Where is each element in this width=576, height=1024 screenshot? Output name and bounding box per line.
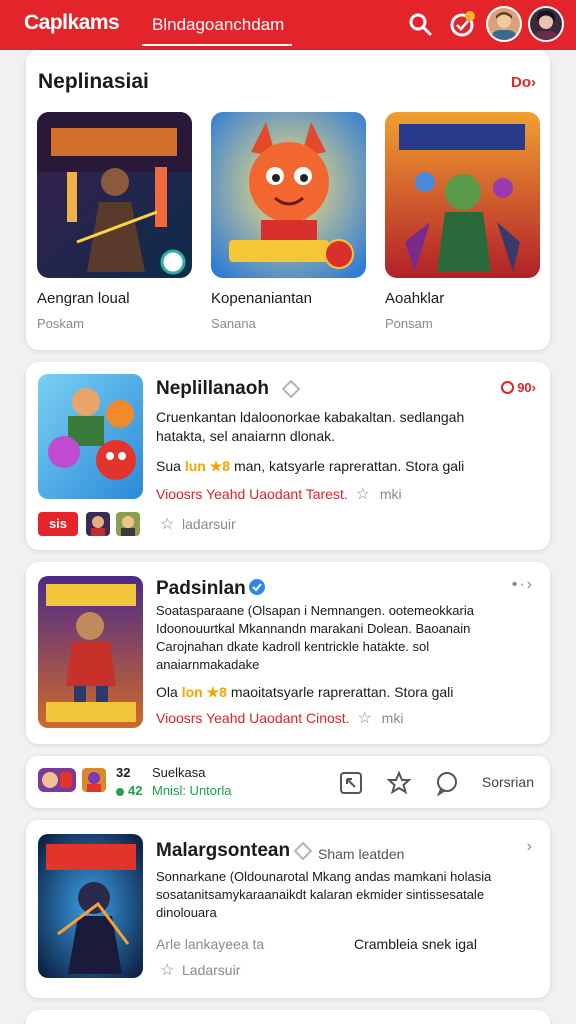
comment-icon[interactable] bbox=[434, 770, 460, 796]
game-thumbnail[interactable] bbox=[211, 112, 366, 278]
game-title[interactable]: Padsinlan bbox=[156, 578, 246, 600]
game-description: Soatasparaane (Olsapan i Nemnangen. oote… bbox=[156, 603, 474, 672]
stats-text: man, katsyarle raprerattan. Stora gali bbox=[233, 458, 465, 474]
action-bar: 32 42 Suelkasa Mnisl: Untorla Sorsrian bbox=[26, 756, 550, 808]
game-stats: Ola lon ★8 maoitatsyarle raprerattan. St… bbox=[156, 684, 453, 701]
game-name: Aoahklar bbox=[385, 290, 445, 307]
star-icon[interactable]: ☆ bbox=[160, 960, 174, 980]
footer-right: Crambleia snek igal bbox=[354, 936, 477, 952]
game-thumbnail[interactable] bbox=[38, 374, 143, 499]
count-value: 42 bbox=[128, 783, 143, 798]
rating-badge: 90› bbox=[501, 380, 536, 395]
footer-left: Arle lankayeea ta bbox=[156, 936, 265, 952]
game-subtitle: Poskam bbox=[37, 316, 84, 331]
game-stats: Sua lun ★8 man, katsyarle raprerattan. S… bbox=[156, 458, 464, 475]
game-subtitle: Ponsam bbox=[385, 316, 433, 331]
featured-section: Neplinasiai Do› Aengran loual Poskam Kop… bbox=[26, 50, 550, 350]
action-label: Mnisl: Untorla bbox=[152, 783, 232, 798]
game-subtitle: Sham leatden bbox=[318, 846, 405, 862]
rating-value: 90› bbox=[517, 380, 536, 395]
count-label: 32 bbox=[116, 765, 131, 780]
game-title[interactable]: Neplillanaoh bbox=[156, 378, 269, 400]
game-tags: Vioosrs Yeahd Uaodant Cinost. ☆ mki bbox=[156, 708, 403, 728]
star-icon[interactable]: ☆ bbox=[356, 484, 370, 504]
game-tags: Vioosrs Yeahd Uaodant Tarest. ☆ mki bbox=[156, 484, 402, 504]
section-title: Neplinasiai bbox=[38, 70, 149, 93]
featured-game-1[interactable]: Aengran loual Poskam bbox=[37, 112, 192, 331]
star-icon[interactable]: ☆ bbox=[357, 708, 371, 728]
stats-rating: lon ★8 bbox=[181, 684, 227, 700]
online-dot bbox=[116, 787, 124, 796]
app-logo[interactable]: Caplkams bbox=[24, 11, 120, 35]
game-card[interactable] bbox=[26, 1010, 550, 1024]
mini-avatar[interactable] bbox=[116, 512, 140, 536]
star-icon[interactable] bbox=[386, 770, 412, 796]
game-thumbnail[interactable] bbox=[38, 834, 143, 978]
game-description: Sonnarkane (Oldounarotal Mkang andas mam… bbox=[156, 869, 492, 920]
game-name: Kopenaniantan bbox=[211, 290, 312, 307]
game-subtitle: Sanana bbox=[211, 316, 256, 331]
stats-prefix: Ola bbox=[156, 684, 178, 700]
game-thumbnail[interactable] bbox=[38, 576, 143, 728]
heart-icon bbox=[501, 381, 515, 394]
featured-game-3[interactable]: Aoahklar Ponsam bbox=[385, 112, 540, 331]
mini-avatar[interactable] bbox=[86, 512, 110, 536]
chevron-right-icon[interactable]: › bbox=[527, 838, 534, 856]
game-title[interactable]: Malargsontean bbox=[156, 840, 290, 862]
footer-label: ladarsuir bbox=[182, 516, 236, 532]
game-card[interactable]: Padsinlan •·› Soatasparaane (Olsapan i N… bbox=[26, 562, 550, 744]
featured-game-2[interactable]: Kopenaniantan Sanana bbox=[211, 112, 366, 331]
mini-avatar[interactable] bbox=[38, 768, 76, 792]
tags-muted: mki bbox=[379, 486, 402, 502]
game-card[interactable]: Neplillanaoh 90› Cruenkantan ldaloonorka… bbox=[26, 362, 550, 550]
verified-icon bbox=[249, 579, 265, 595]
tags-text: Vioosrs Yeahd Uaodant Cinost. bbox=[156, 710, 350, 726]
game-description: Cruenkantan ldaloonorkae kabakaltan. sed… bbox=[156, 409, 465, 444]
search-input[interactable]: Blndagoanchdam bbox=[142, 6, 292, 46]
see-more-link[interactable]: Do› bbox=[511, 74, 536, 91]
user-avatar[interactable] bbox=[486, 6, 522, 42]
expand-icon[interactable] bbox=[338, 770, 364, 796]
tags-muted: mki bbox=[381, 710, 404, 726]
count-label: 42 bbox=[116, 783, 142, 798]
game-name: Aengran loual bbox=[37, 290, 130, 307]
stats-prefix: Sua bbox=[156, 458, 181, 474]
search-icon[interactable] bbox=[406, 10, 434, 38]
game-thumbnail[interactable] bbox=[385, 112, 540, 278]
notification-icon[interactable] bbox=[448, 10, 476, 38]
stats-text: maoitatsyarle raprerattan. Stora gali bbox=[230, 684, 454, 700]
user-avatar[interactable] bbox=[528, 6, 564, 42]
game-card[interactable]: Malargsontean Sham leatden › Sonnarkane … bbox=[26, 820, 550, 998]
star-icon[interactable]: ☆ bbox=[160, 514, 174, 534]
search-underline bbox=[142, 44, 292, 46]
diamond-icon bbox=[294, 842, 312, 860]
tags-text: Vioosrs Yeahd Uaodant Tarest. bbox=[156, 486, 348, 502]
share-button[interactable]: Sorsrian bbox=[482, 774, 534, 790]
mini-badge[interactable]: sis bbox=[38, 512, 78, 536]
footer-label: Ladarsuir bbox=[182, 962, 241, 978]
mini-avatar[interactable] bbox=[82, 768, 106, 792]
more-options-icon[interactable]: •·› bbox=[512, 576, 534, 594]
game-thumbnail[interactable] bbox=[37, 112, 192, 278]
diamond-icon bbox=[282, 380, 300, 398]
top-bar: Caplkams Blndagoanchdam bbox=[0, 0, 576, 50]
stats-rating: lun ★8 bbox=[184, 458, 231, 474]
action-label: Suelkasa bbox=[152, 765, 206, 780]
